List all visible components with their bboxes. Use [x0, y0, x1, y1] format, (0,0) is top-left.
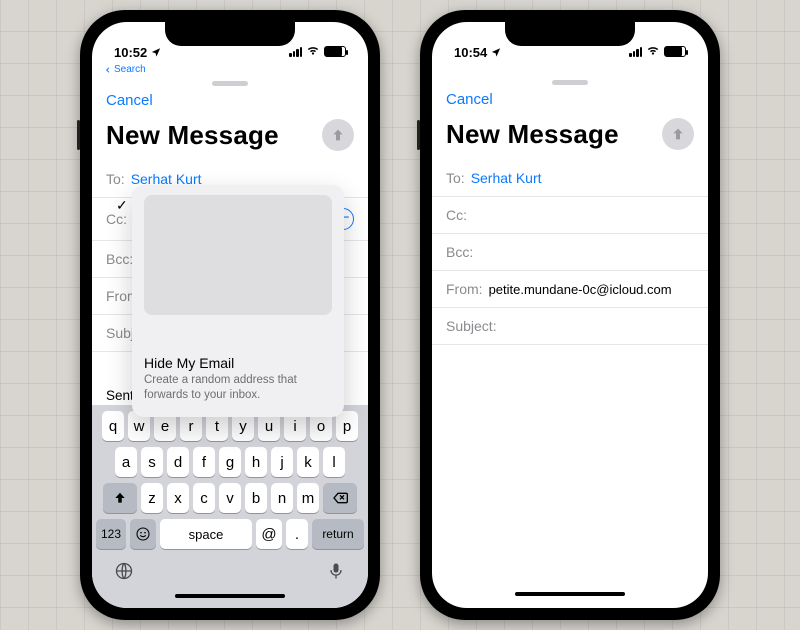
space-key[interactable]: space: [160, 519, 252, 549]
emoji-key[interactable]: [130, 519, 156, 549]
key-l[interactable]: l: [323, 447, 345, 477]
selected-checkmark-icon: ✓: [116, 197, 128, 214]
key-n[interactable]: n: [271, 483, 293, 513]
key-f[interactable]: f: [193, 447, 215, 477]
key-g[interactable]: g: [219, 447, 241, 477]
shift-key[interactable]: [103, 483, 137, 513]
hide-my-email-option[interactable]: Hide My Email Create a random address th…: [144, 355, 332, 403]
key-p[interactable]: p: [336, 411, 358, 441]
sheet-handle[interactable]: [552, 80, 588, 85]
phone-left: 10:52 Search Cance: [80, 10, 380, 620]
return-key[interactable]: return: [312, 519, 364, 549]
key-j[interactable]: j: [271, 447, 293, 477]
notch: [165, 22, 295, 46]
from-value: petite.mundane-0c@icloud.com: [489, 282, 672, 297]
phone-right: 10:54 Cancel: [420, 10, 720, 620]
numbers-key[interactable]: 123: [96, 519, 126, 549]
key-z[interactable]: z: [141, 483, 163, 513]
at-key[interactable]: @: [256, 519, 282, 549]
location-icon: [491, 45, 501, 60]
hide-my-email-title: Hide My Email: [144, 355, 332, 371]
status-time: 10:52: [114, 45, 147, 60]
status-time: 10:54: [454, 45, 487, 60]
battery-icon: [664, 46, 686, 57]
compose-title: New Message: [106, 120, 279, 151]
compose-title: New Message: [446, 119, 619, 150]
subject-field[interactable]: Subject:: [432, 308, 708, 345]
bcc-label: Bcc:: [446, 244, 473, 260]
keyboard[interactable]: qwertyuiop asdfghjkl zxcvbnm 123: [92, 405, 368, 608]
to-label: To:: [446, 170, 465, 186]
from-label: From:: [446, 281, 483, 297]
sheet-handle[interactable]: [212, 81, 248, 86]
to-field[interactable]: To: Serhat Kurt: [432, 160, 708, 197]
bcc-field[interactable]: Bcc:: [432, 234, 708, 271]
message-body[interactable]: [432, 345, 708, 608]
key-d[interactable]: d: [167, 447, 189, 477]
send-button[interactable]: [322, 119, 354, 151]
cancel-button[interactable]: Cancel: [446, 91, 493, 108]
dot-key[interactable]: .: [286, 519, 308, 549]
home-indicator[interactable]: [175, 594, 285, 598]
from-field[interactable]: From: petite.mundane-0c@icloud.com: [432, 271, 708, 308]
to-value[interactable]: Serhat Kurt: [471, 170, 542, 186]
key-x[interactable]: x: [167, 483, 189, 513]
cancel-button[interactable]: Cancel: [106, 92, 153, 109]
battery-icon: [324, 46, 346, 57]
key-b[interactable]: b: [245, 483, 267, 513]
key-v[interactable]: v: [219, 483, 241, 513]
location-icon: [151, 45, 161, 60]
cc-field[interactable]: Cc:: [432, 197, 708, 234]
back-to-search[interactable]: Search: [92, 62, 368, 75]
globe-icon[interactable]: [114, 561, 134, 586]
wifi-icon: [646, 43, 660, 60]
mic-icon[interactable]: [326, 561, 346, 586]
key-c[interactable]: c: [193, 483, 215, 513]
key-k[interactable]: k: [297, 447, 319, 477]
backspace-key[interactable]: [323, 483, 357, 513]
cc-label: Cc:: [446, 207, 467, 223]
notch: [505, 22, 635, 46]
send-button[interactable]: [662, 118, 694, 150]
key-a[interactable]: a: [115, 447, 137, 477]
signal-icon: [289, 47, 302, 57]
redacted-address-block[interactable]: [144, 195, 332, 315]
to-label: To:: [106, 171, 125, 187]
from-address-popup[interactable]: ✓ Hide My Email Create a random address …: [132, 185, 344, 417]
key-s[interactable]: s: [141, 447, 163, 477]
home-indicator[interactable]: [515, 592, 625, 596]
signal-icon: [629, 47, 642, 57]
hide-my-email-subtitle: Create a random address that forwards to…: [144, 373, 332, 403]
wifi-icon: [306, 43, 320, 60]
key-m[interactable]: m: [297, 483, 319, 513]
key-h[interactable]: h: [245, 447, 267, 477]
key-q[interactable]: q: [102, 411, 124, 441]
subject-label: Subject:: [446, 318, 497, 334]
bcc-label: Bcc:: [106, 251, 133, 267]
